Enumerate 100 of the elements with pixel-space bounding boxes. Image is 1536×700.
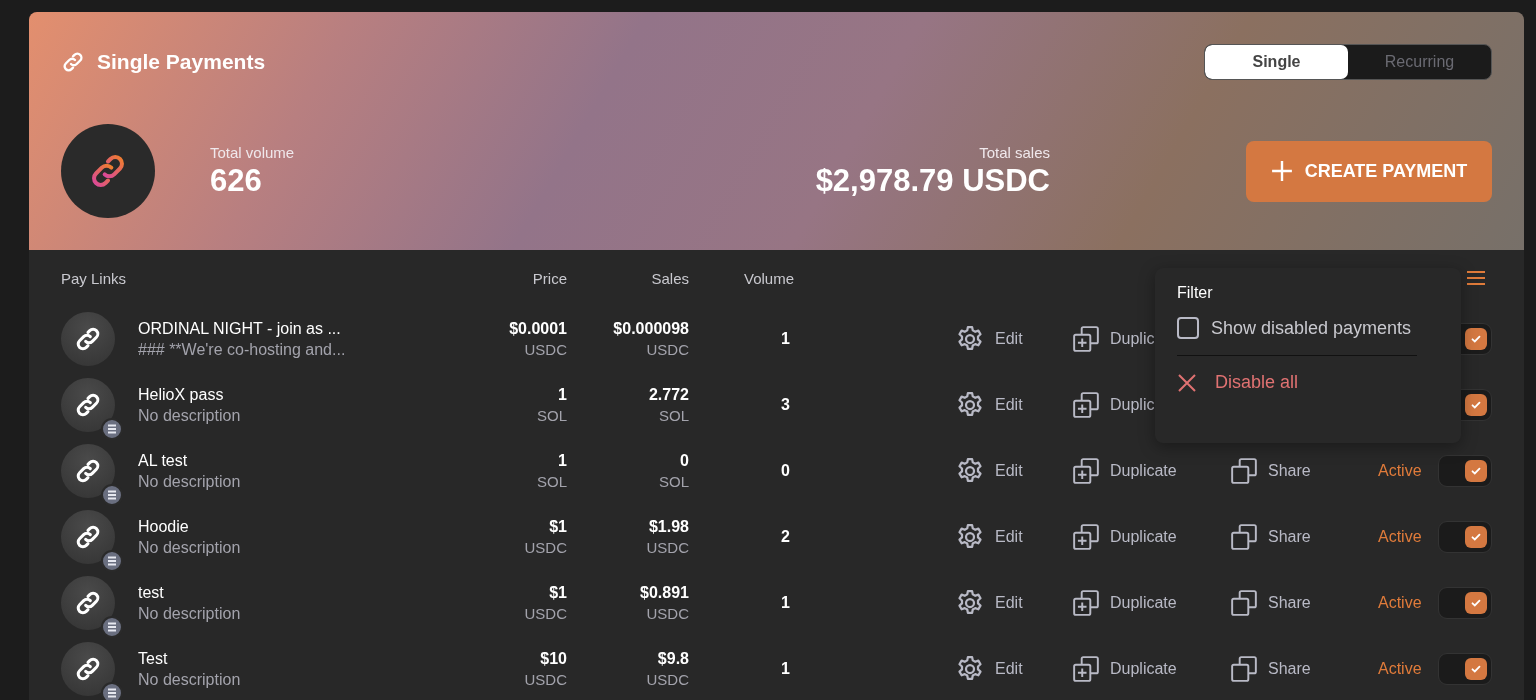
stat-value: 626: [210, 162, 263, 199]
currency-label: USDC: [524, 539, 567, 556]
segment-tab[interactable]: Single: [1205, 45, 1348, 79]
duplicate-icon: [1072, 589, 1100, 617]
toggle-switch[interactable]: [1438, 521, 1492, 553]
duplicate-button[interactable]: Duplicate: [1072, 655, 1177, 683]
link-icon: [74, 391, 102, 419]
status-label: Active: [1378, 462, 1423, 480]
duplicate-icon: [1072, 655, 1100, 683]
close-icon: [1177, 372, 1197, 393]
payment-description: No description: [138, 538, 242, 557]
filter-option[interactable]: Show disabled payments: [1177, 317, 1412, 339]
price-value: $1: [549, 584, 567, 602]
duplicate-button[interactable]: Duplic: [1072, 391, 1155, 419]
column-header: Sales: [650, 269, 689, 287]
coin-badge-icon: [101, 418, 123, 440]
check-icon: [1470, 333, 1482, 345]
edit-button[interactable]: Edit: [955, 588, 1023, 618]
payment-name: HelioX pass: [138, 385, 225, 404]
sales-value: 2.772: [648, 386, 689, 404]
payment-name: Test: [138, 649, 169, 668]
currency-label: SOL: [537, 407, 567, 424]
status-label: Active: [1378, 594, 1423, 612]
status-label: Active: [1378, 660, 1423, 678]
share-button[interactable]: Share: [1230, 589, 1311, 617]
coin-badge-icon: [101, 484, 123, 506]
sales-value: $1.98: [648, 518, 689, 536]
sales-value: $0.000098: [613, 320, 689, 338]
price-value: $1: [549, 518, 567, 536]
volume-value: 0: [781, 462, 790, 480]
duplicate-icon: [1072, 457, 1100, 485]
link-icon: [74, 523, 102, 551]
toggle-switch[interactable]: [1438, 653, 1492, 685]
volume-value: 1: [781, 594, 790, 612]
payment-description: No description: [138, 406, 242, 425]
volume-value: 3: [781, 396, 790, 414]
currency-label: USDC: [524, 671, 567, 688]
sales-value: $9.8: [657, 650, 689, 668]
column-header: Pay Links: [61, 269, 128, 287]
copy-icon: [1230, 457, 1258, 485]
column-header: Volume: [742, 269, 794, 287]
duplicate-button[interactable]: Duplicate: [1072, 523, 1177, 551]
check-icon: [1470, 663, 1482, 675]
price-value: $10: [540, 650, 567, 668]
link-icon: [74, 457, 102, 485]
payment-description: No description: [138, 472, 242, 491]
payment-name: ORDINAL NIGHT - join as ...: [138, 319, 342, 338]
copy-icon: [1230, 523, 1258, 551]
copy-icon: [1230, 655, 1258, 683]
sales-value: $0.891: [640, 584, 689, 602]
plus-icon: [1270, 160, 1293, 182]
duplicate-icon: [1072, 325, 1100, 353]
currency-label: SOL: [659, 407, 689, 424]
edit-button[interactable]: Edit: [955, 654, 1023, 684]
edit-button[interactable]: Edit: [955, 456, 1023, 486]
link-icon: [74, 655, 102, 683]
duplicate-button[interactable]: Duplic: [1072, 325, 1155, 353]
edit-button[interactable]: Edit: [955, 324, 1023, 354]
volume-value: 1: [781, 330, 790, 348]
edit-button[interactable]: Edit: [955, 390, 1023, 420]
check-icon: [1470, 531, 1482, 543]
coin-badge-icon: [101, 550, 123, 572]
link-icon: [74, 589, 102, 617]
checkbox[interactable]: [1177, 317, 1199, 339]
link-icon: [74, 325, 102, 353]
share-button[interactable]: Share: [1230, 655, 1311, 683]
payment-description: No description: [138, 670, 242, 689]
price-value: 1: [558, 386, 567, 404]
check-icon: [1470, 597, 1482, 609]
toggle-switch[interactable]: [1438, 587, 1492, 619]
duplicate-icon: [1072, 391, 1100, 419]
status-label: Active: [1378, 528, 1423, 546]
price-value: 1: [558, 452, 567, 470]
check-icon: [1470, 399, 1482, 411]
volume-value: 2: [781, 528, 790, 546]
toggle-switch[interactable]: [1438, 455, 1492, 487]
duplicate-button[interactable]: Duplicate: [1072, 589, 1177, 617]
stat-label: Total volume: [210, 143, 295, 161]
edit-button[interactable]: Edit: [955, 522, 1023, 552]
copy-icon: [1230, 589, 1258, 617]
page-title: Single Payments: [97, 50, 266, 74]
menu-icon[interactable]: [1466, 270, 1486, 286]
currency-label: USDC: [524, 341, 567, 358]
share-button[interactable]: Share: [1230, 457, 1311, 485]
duplicate-icon: [1072, 523, 1100, 551]
sales-value: 0: [680, 452, 689, 470]
duplicate-button[interactable]: Duplicate: [1072, 457, 1177, 485]
share-button[interactable]: Share: [1230, 523, 1311, 551]
menu-title: Filter: [1177, 284, 1214, 302]
payment-name: AL test: [138, 451, 189, 470]
disable-all-button[interactable]: Disable all: [1177, 372, 1299, 393]
payment-name: test: [138, 583, 165, 602]
currency-label: USDC: [646, 539, 689, 556]
stat-value: $2,978.79 USDC: [815, 162, 1050, 199]
stat-label: Total sales: [979, 143, 1050, 161]
price-value: $0.0001: [509, 320, 567, 338]
currency-label: USDC: [646, 605, 689, 622]
volume-value: 1: [781, 660, 790, 678]
payment-name: Hoodie: [138, 517, 190, 536]
check-icon: [1470, 465, 1482, 477]
